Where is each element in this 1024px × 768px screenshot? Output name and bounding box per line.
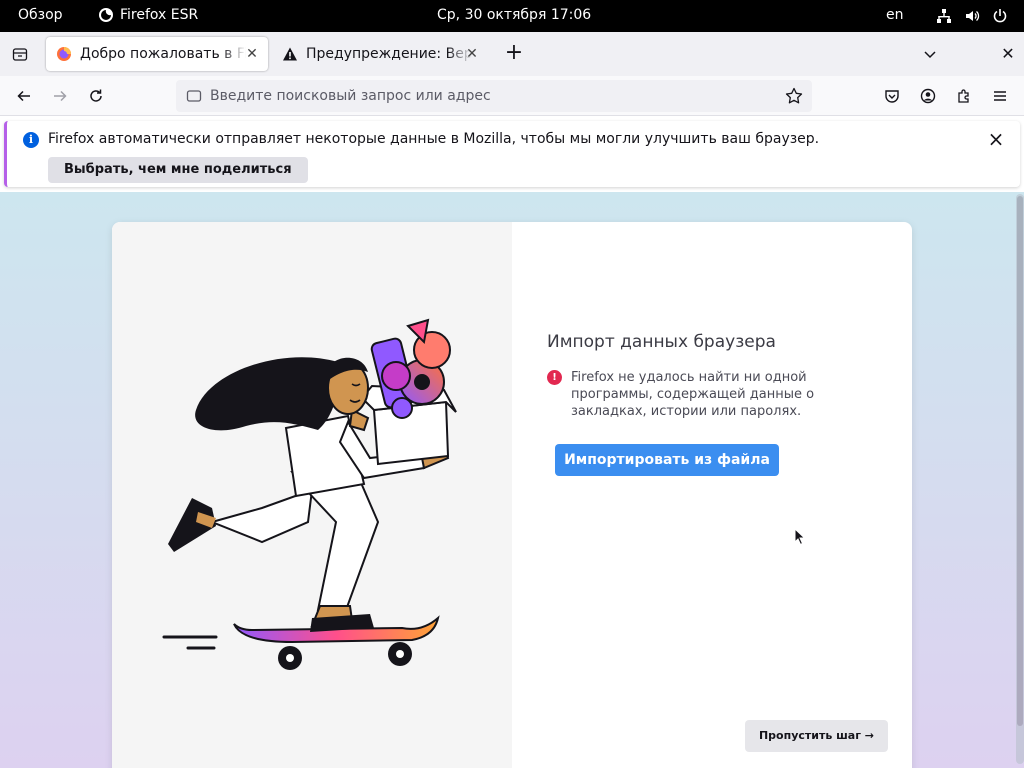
window-close-icon[interactable]: ✕ [998, 44, 1018, 64]
bookmark-star-icon[interactable] [784, 86, 804, 106]
new-tab-icon[interactable]: + [504, 42, 524, 64]
forward-icon[interactable] [50, 86, 70, 106]
pocket-icon[interactable] [882, 86, 902, 106]
menu-icon[interactable] [990, 86, 1010, 106]
warning-icon [282, 46, 298, 62]
reload-icon[interactable] [86, 86, 106, 106]
url-input[interactable] [210, 80, 770, 112]
firefox-icon [56, 46, 72, 62]
info-icon: i [23, 132, 39, 148]
import-from-file-button[interactable]: Импортировать из файла [555, 444, 779, 476]
page-content: Импорт данных браузера ! Firefox не удал… [0, 192, 1024, 768]
mouse-cursor-icon [794, 528, 806, 546]
activities-button[interactable]: Обзор [18, 7, 63, 23]
notification-message: Firefox автоматически отправляет некотор… [48, 131, 820, 147]
scrollbar-thumb[interactable] [1017, 196, 1023, 726]
content-panel: Импорт данных браузера ! Firefox не удал… [512, 222, 912, 768]
skip-step-button[interactable]: Пропустить шаг → [745, 720, 888, 752]
choose-what-to-share-button[interactable]: Выбрать, чем мне поделиться [48, 157, 308, 183]
tab-title: Добро пожаловать в Firefox [80, 46, 246, 62]
onboarding-card: Импорт данных браузера ! Firefox не удал… [112, 222, 912, 768]
page-scrollbar[interactable] [1016, 194, 1024, 764]
volume-icon[interactable] [962, 6, 982, 26]
extensions-icon[interactable] [954, 86, 974, 106]
back-icon[interactable] [14, 86, 34, 106]
illustration-panel [112, 222, 512, 768]
tab-strip: Добро пожаловать в Firefox ✕ Предупрежде… [0, 32, 1024, 76]
firefox-icon [98, 7, 114, 23]
close-notification-icon[interactable]: × [986, 129, 1006, 149]
system-top-bar: Обзор Firefox ESR Ср, 30 октября 17:06 e… [0, 0, 1024, 32]
address-bar[interactable] [176, 80, 812, 112]
telemetry-notification-bar: i Firefox автоматически отправляет некот… [4, 121, 1020, 187]
close-tab-icon[interactable]: ✕ [464, 46, 480, 62]
system-tray[interactable] [934, 6, 1010, 26]
network-icon[interactable] [934, 6, 954, 26]
app-name: Firefox ESR [120, 7, 199, 23]
error-icon: ! [547, 370, 562, 385]
firefox-view-icon[interactable] [10, 44, 30, 64]
skateboarder-illustration [162, 318, 457, 670]
navigation-toolbar [0, 76, 1024, 116]
close-tab-icon[interactable]: ✕ [244, 46, 260, 62]
error-message: Firefox не удалось найти ни одной програ… [571, 370, 815, 419]
account-icon[interactable] [918, 86, 938, 106]
tab-warning[interactable]: Предупреждение: Вероятная угроза ✕ [272, 37, 488, 71]
app-menu[interactable]: Firefox ESR [98, 7, 198, 23]
tab-welcome[interactable]: Добро пожаловать в Firefox ✕ [46, 37, 268, 71]
page-title: Импорт данных браузера [547, 332, 776, 352]
clock[interactable]: Ср, 30 октября 17:06 [437, 7, 591, 23]
keyboard-layout-indicator[interactable]: en [886, 7, 904, 23]
chevron-down-icon[interactable] [920, 44, 940, 64]
tab-title: Предупреждение: Вероятная угроза [306, 46, 472, 62]
search-icon [186, 88, 202, 104]
power-icon[interactable] [990, 6, 1010, 26]
